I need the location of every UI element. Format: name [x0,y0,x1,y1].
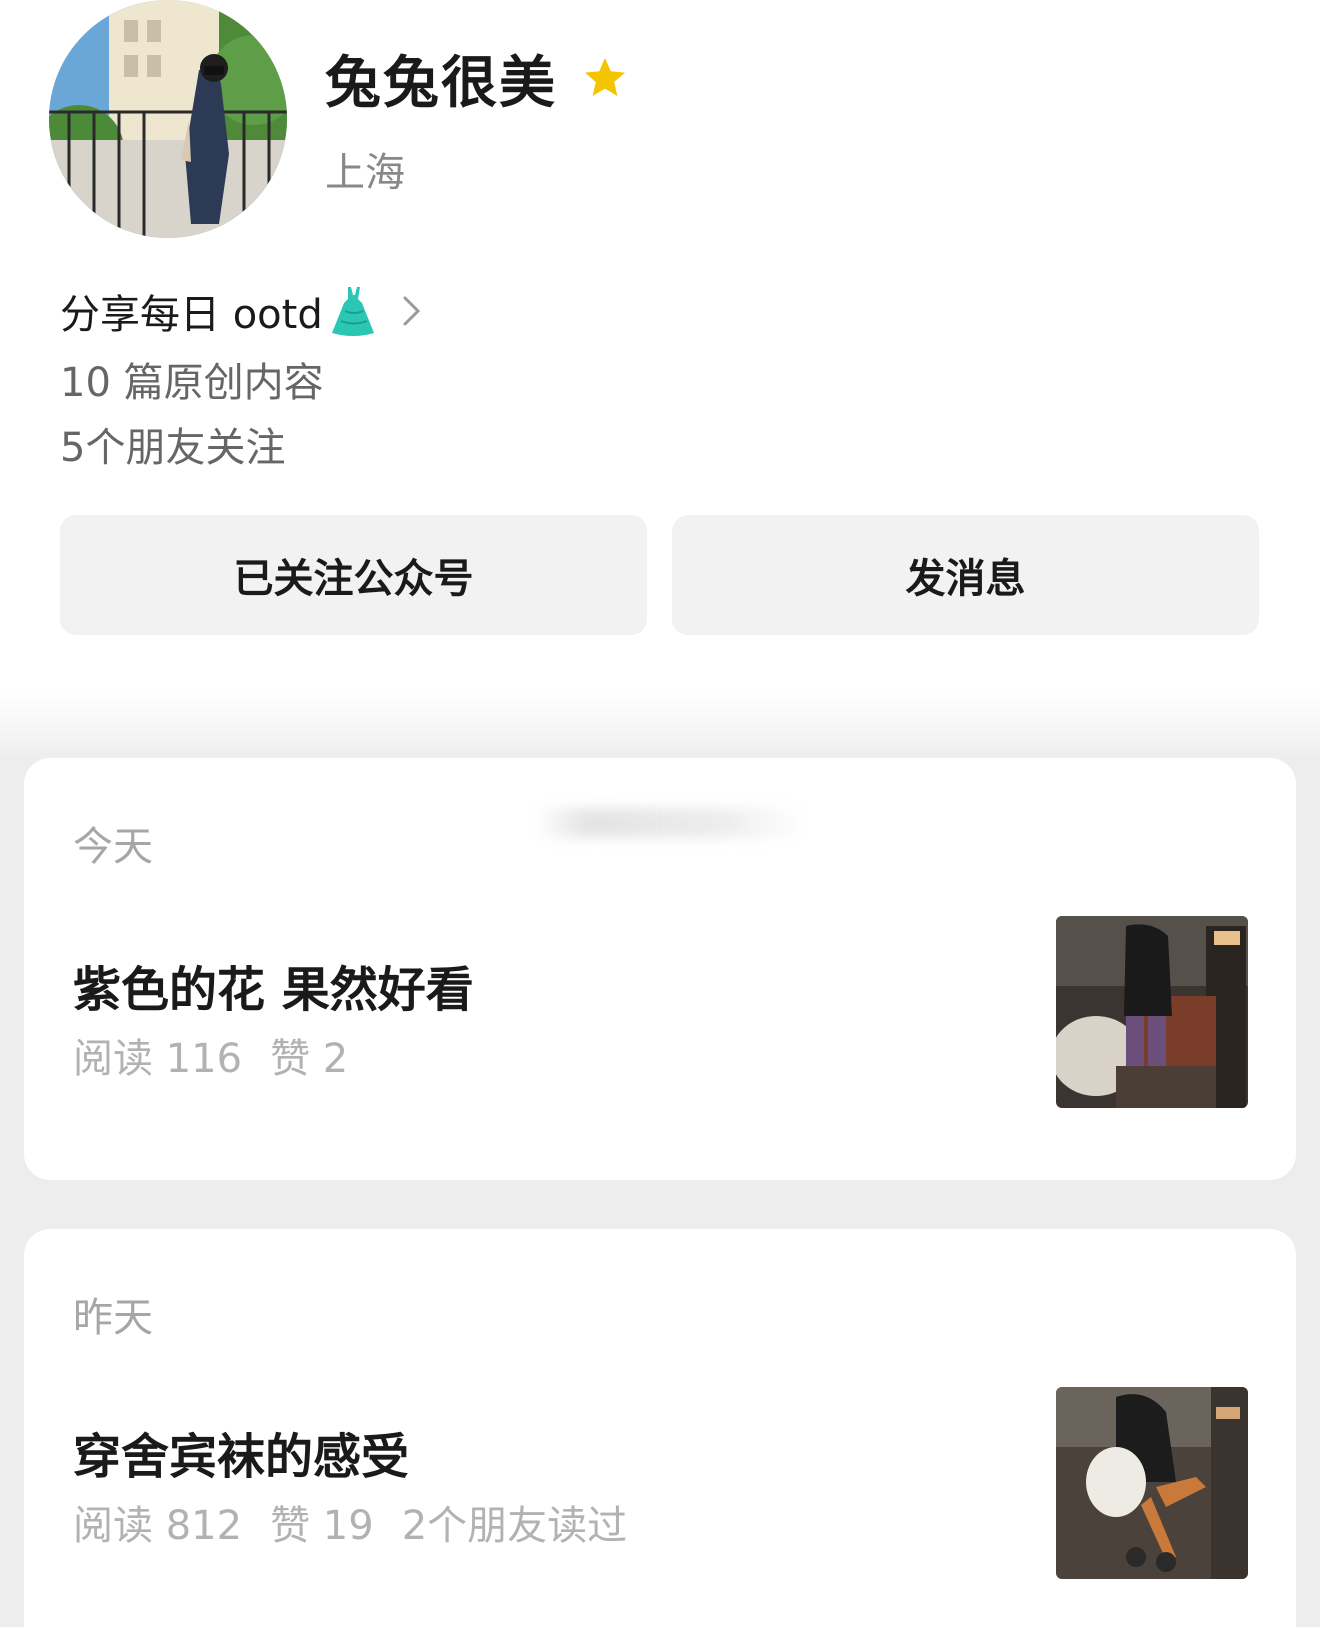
followed-button[interactable]: 已关注公众号 [60,515,647,635]
read-count: 阅读 812 [73,1503,243,1549]
send-message-button[interactable]: 发消息 [672,515,1259,635]
article-meta: 阅读 116 赞 2 [73,1026,376,1084]
blurred-region [534,808,804,838]
article-title[interactable]: 穿舍宾袜的感受 [73,1417,409,1487]
like-count: 赞 2 [270,1036,349,1082]
date-label: 昨天 [73,1295,153,1341]
chevron-right-icon [401,294,423,328]
bio-row[interactable]: 分享每日 ootd [60,282,423,340]
feed-day-card: 昨天 穿舍宾袜的感受 阅读 812 赞 19 2个朋友读过 [24,1229,1296,1627]
dress-icon [329,285,379,337]
friends-read: 2个朋友读过 [401,1503,628,1549]
bio-text: 分享每日 ootd [60,292,323,338]
avatar-photo [49,0,287,238]
article-title[interactable]: 紫色的花 果然好看 [73,950,474,1020]
article-thumbnail[interactable] [1056,1387,1248,1579]
article-meta: 阅读 812 赞 19 2个朋友读过 [73,1493,655,1551]
location: 上海 [325,150,405,196]
date-label: 今天 [73,824,153,870]
friends-following-count: 5个朋友关注 [60,425,286,471]
avatar[interactable] [49,0,287,238]
name-row: 兔兔很美 [325,38,629,118]
read-count: 阅读 116 [73,1036,243,1082]
profile-header: 兔兔很美 上海 分享每日 ootd 10 篇原创内容 5个朋友关注 已关注公众号… [0,0,1320,760]
account-name: 兔兔很美 [325,50,557,116]
feed-day-card: 今天 紫色的花 果然好看 阅读 116 赞 2 [24,758,1296,1180]
original-posts-count: 10 篇原创内容 [60,360,324,406]
article-thumbnail[interactable] [1056,916,1248,1108]
official-account-profile-page: 兔兔很美 上海 分享每日 ootd 10 篇原创内容 5个朋友关注 已关注公众号… [0,0,1320,1627]
like-count: 赞 19 [270,1503,374,1549]
star-icon [581,54,629,102]
